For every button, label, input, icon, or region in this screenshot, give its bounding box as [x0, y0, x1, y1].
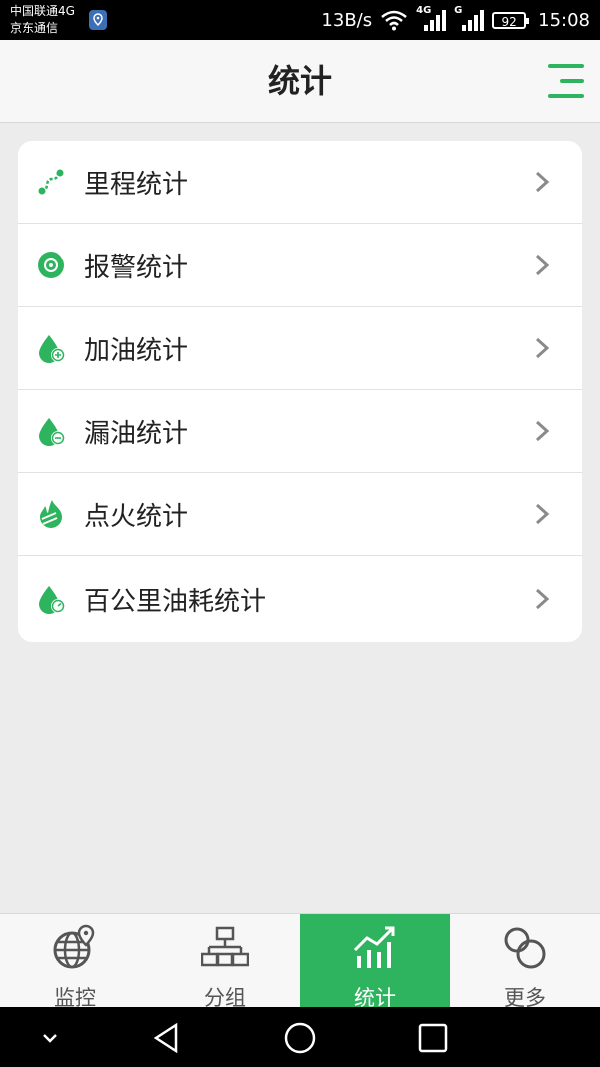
chart-trend-icon	[353, 926, 395, 968]
list-item-ignition-stats[interactable]: 点火统计	[18, 473, 582, 556]
chevron-right-icon	[535, 588, 550, 610]
signal-g: G	[454, 5, 485, 33]
list-item-label: 漏油统计	[84, 418, 189, 449]
route-icon	[38, 169, 64, 195]
page-title: 统计	[267, 62, 332, 100]
list-item-label: 点火统计	[84, 501, 189, 532]
chevron-right-icon	[535, 171, 550, 193]
tab-statistics[interactable]: 统计	[300, 914, 450, 1010]
list-item-label: 报警统计	[84, 252, 189, 283]
list-item-label: 百公里油耗统计	[84, 586, 267, 617]
status-right: 13B/s 4G G 92 15:08	[321, 0, 590, 40]
menu-icon-bar	[560, 79, 584, 83]
tab-group[interactable]: 分组	[150, 914, 300, 1010]
recents-square-icon[interactable]	[416, 1021, 450, 1055]
chevron-right-icon	[535, 337, 550, 359]
menu-icon-bar	[548, 64, 584, 68]
list-item-mileage-stats[interactable]: 里程统计	[18, 141, 582, 224]
carrier-line2: 京东通信	[10, 21, 59, 35]
bottom-tab-bar: 监控 分组 统计 更多	[0, 913, 600, 1010]
carrier-line1: 中国联通4G	[10, 4, 75, 18]
more-circles-icon	[504, 927, 546, 969]
cell-signal-icon	[424, 10, 447, 31]
list-item-fuel-consumption-stats[interactable]: 百公里油耗统计	[18, 556, 582, 642]
globe-pin-icon	[53, 924, 95, 969]
system-nav-bar	[0, 1007, 600, 1067]
clock: 15:08	[538, 9, 590, 31]
chevron-right-icon	[535, 420, 550, 442]
signal-4g: 4G	[416, 5, 447, 33]
wifi-icon	[381, 10, 407, 31]
fuel-leak-icon	[39, 418, 65, 446]
stats-list: 里程统计 报警统计 加油统计 漏油统计 点火统计 百公里油耗统计	[18, 141, 582, 642]
list-item-label: 加油统计	[84, 335, 189, 366]
battery-icon: 92	[492, 11, 530, 29]
chevron-right-icon	[535, 254, 550, 276]
chevron-right-icon	[535, 503, 550, 525]
app-header: 统计	[0, 40, 600, 123]
org-chart-icon	[201, 926, 249, 967]
menu-icon-bar	[548, 94, 584, 98]
back-triangle-icon[interactable]	[150, 1021, 184, 1055]
menu-button[interactable]	[544, 61, 584, 101]
list-item-refuel-stats[interactable]: 加油统计	[18, 307, 582, 390]
fuel-add-icon	[39, 335, 65, 363]
tab-more[interactable]: 更多	[450, 914, 600, 1010]
list-item-alarm-stats[interactable]: 报警统计	[18, 224, 582, 307]
list-item-label: 里程统计	[84, 169, 189, 200]
home-circle-icon[interactable]	[283, 1021, 317, 1055]
carrier-info: 中国联通4G 京东通信	[10, 3, 75, 37]
chevron-down-icon[interactable]	[33, 1021, 67, 1055]
ignition-flame-icon	[40, 500, 62, 528]
tab-monitor[interactable]: 监控	[0, 914, 150, 1010]
status-bar: 中国联通4G 京东通信 13B/s 4G G 92 15:08	[0, 0, 600, 40]
alarm-disc-icon	[38, 252, 64, 278]
list-item-fuel-leak-stats[interactable]: 漏油统计	[18, 390, 582, 473]
cell-signal-icon	[462, 10, 485, 31]
fuel-consumption-icon	[39, 586, 65, 614]
location-notification-icon	[89, 10, 107, 30]
network-speed: 13B/s	[321, 9, 373, 31]
